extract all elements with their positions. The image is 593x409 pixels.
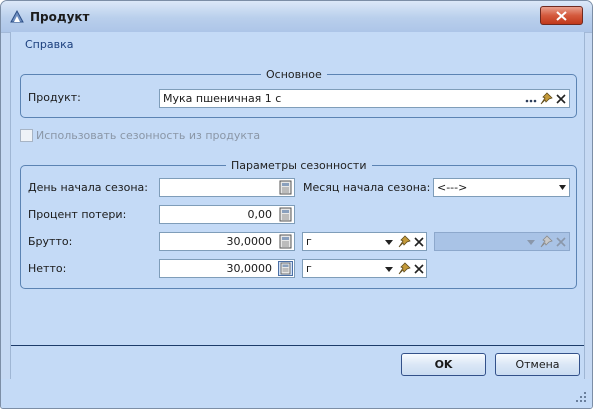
menu-help[interactable]: Справка: [25, 38, 73, 51]
season-checkbox[interactable]: [20, 129, 33, 142]
cancel-button[interactable]: Отмена: [495, 353, 580, 376]
loss-field[interactable]: 0,00: [159, 205, 295, 224]
main-group-title: Основное: [261, 68, 327, 81]
chevron-down-icon[interactable]: [382, 235, 396, 249]
loss-value: 0,00: [247, 208, 273, 221]
clear-icon: [556, 237, 566, 247]
net-value: 30,0000: [226, 262, 273, 275]
product-dialog: Продукт Справка Основное Продукт: Мука п…: [0, 0, 593, 409]
footer-divider: [11, 345, 584, 346]
gross-label: Брутто:: [28, 235, 73, 248]
app-icon: [10, 9, 24, 23]
chevron-down-icon: [527, 240, 535, 245]
calendar-icon[interactable]: [278, 180, 293, 195]
pin-icon: [540, 235, 553, 248]
net-unit-value: г: [306, 262, 312, 275]
start-day-label: День начала сезона:: [28, 181, 149, 194]
chevron-down-icon[interactable]: [558, 183, 567, 192]
close-icon: [556, 11, 567, 21]
gross-value: 30,0000: [226, 235, 273, 248]
clear-icon[interactable]: [412, 262, 426, 276]
status-bar: [1, 379, 592, 408]
resize-grip-icon[interactable]: [575, 391, 587, 403]
calculator-icon[interactable]: [278, 261, 293, 276]
main-group: Основное Продукт: Мука пшеничная 1 с: [20, 68, 577, 118]
clear-icon[interactable]: [412, 235, 426, 249]
pin-icon[interactable]: [539, 92, 553, 106]
gross-unit-value: г: [306, 235, 312, 248]
start-month-select[interactable]: <--->: [433, 178, 570, 197]
net-label: Нетто:: [28, 262, 67, 275]
window-title: Продукт: [30, 10, 90, 24]
gross-unit2-select: [434, 232, 570, 251]
start-day-field[interactable]: [159, 178, 295, 197]
calculator-icon[interactable]: [278, 234, 293, 249]
start-month-label: Месяц начала сезона:: [303, 181, 431, 194]
net-field[interactable]: 30,0000: [159, 259, 295, 278]
product-value: Мука пшеничная 1 с: [163, 92, 282, 105]
close-button[interactable]: [540, 6, 583, 25]
product-label: Продукт:: [28, 91, 81, 104]
pin-icon[interactable]: [397, 235, 411, 249]
dialog-body: Справка Основное Продукт: Мука пшеничная…: [10, 32, 585, 401]
gross-field[interactable]: 30,0000: [159, 232, 295, 251]
season-checkbox-label: Использовать сезонность из продукта: [36, 129, 261, 142]
loss-label: Процент потери:: [28, 208, 127, 221]
chevron-down-icon[interactable]: [382, 262, 396, 276]
gross-unit-select[interactable]: г: [302, 232, 427, 251]
season-group-title: Параметры сезонности: [226, 159, 372, 172]
pin-icon[interactable]: [397, 262, 411, 276]
start-month-value: <--->: [437, 181, 468, 194]
title-bar[interactable]: Продукт: [1, 1, 592, 33]
ellipsis-icon[interactable]: [524, 92, 538, 106]
season-group: Параметры сезонности День начала сезона:…: [20, 159, 577, 289]
net-unit-select[interactable]: г: [302, 259, 427, 278]
clear-icon[interactable]: [554, 92, 568, 106]
calculator-icon[interactable]: [278, 207, 293, 222]
product-field[interactable]: Мука пшеничная 1 с: [159, 89, 570, 108]
ok-button[interactable]: OK: [401, 353, 486, 376]
